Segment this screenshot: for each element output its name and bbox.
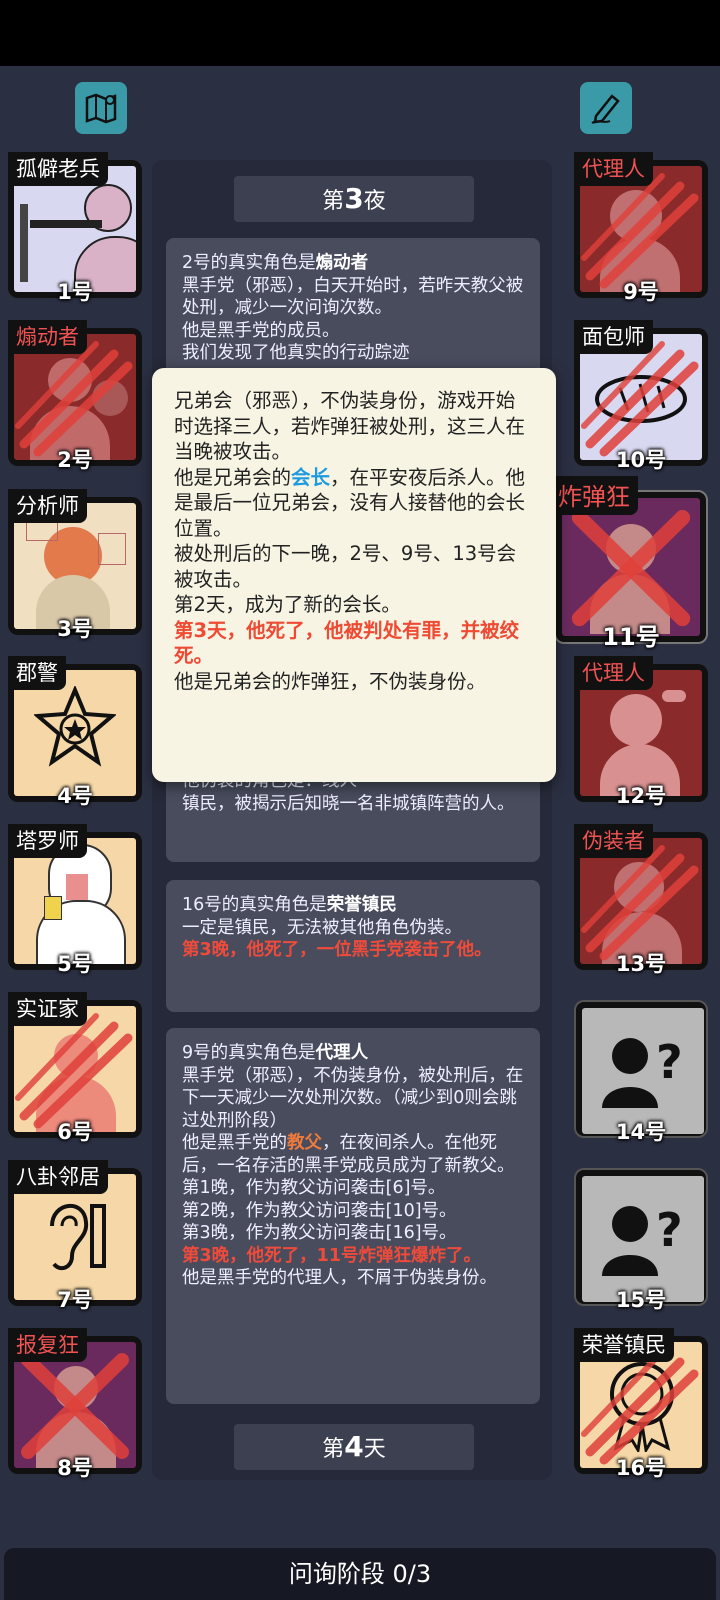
player-card-16[interactable]: 荣誉镇民 16号 [574,1328,708,1480]
player-card-6[interactable]: 实证家 6号 [8,992,142,1144]
player-card-1[interactable]: 孤僻老兵 1号 [8,152,142,304]
player-number: 2号 [57,448,93,472]
player-number: 16号 [615,1456,667,1480]
sheriff-badge-icon [34,686,116,767]
player-number: 10号 [615,448,667,472]
svg-text:?: ? [656,1203,683,1257]
player-role-label: 郡警 [8,656,66,690]
player-number: 7号 [57,1288,93,1312]
player-card-14[interactable]: ? 14号 [574,1000,708,1144]
player-number: 1号 [57,280,93,304]
log-entry-player-9: 9号的真实角色是代理人 黑手党（邪恶），不伪装身份，被处刑后，在下一天减少一次处… [166,1028,540,1404]
ear-icon [50,1203,106,1271]
player-card-11[interactable]: 炸弹狂 11号 [550,476,708,651]
player-number: 6号 [57,1120,93,1144]
player-card-8[interactable]: 报复狂 8号 [8,1328,142,1480]
player-role-label: 分析师 [8,489,87,523]
player-role-label: 煽动者 [8,320,87,354]
player-card-9[interactable]: 代理人 9号 [574,152,708,304]
player-role-label: 塔罗师 [8,824,87,858]
player-card-5[interactable]: 塔罗师 5号 [8,824,142,976]
player-card-10[interactable]: 面包师 10号 [574,320,708,472]
player-number: 3号 [57,617,93,641]
player-role-label: 面包师 [574,320,653,354]
player-card-3[interactable]: 分析师 3号 [8,489,142,641]
player-number: 14号 [615,1120,667,1144]
president-highlight: 会长 [291,465,331,489]
player-number: 15号 [615,1288,667,1312]
player-number: 4号 [57,784,93,808]
player-number: 8号 [57,1456,93,1480]
night-label: 第3夜 [234,176,474,222]
player-number: 11号 [602,623,660,651]
unknown-person-icon: ? [602,1203,683,1276]
map-button[interactable] [75,82,127,134]
notepad-pen-icon [591,94,620,124]
player-card-13[interactable]: 伪装者 13号 [574,824,708,976]
unknown-person-icon: ? [602,1035,683,1108]
day-label: 第4天 [234,1424,474,1470]
role-info-tooltip[interactable]: 兄弟会（邪恶），不伪装身份，游戏开始时选择三人，若炸弹狂被处刑，这三人在当晚被攻… [152,368,556,782]
player-card-12[interactable]: 代理人 12号 [574,656,708,808]
player-number: 5号 [57,952,93,976]
player-role-label: 伪装者 [574,824,653,858]
log-entry-player-16: 16号的真实角色是荣誉镇民 一定是镇民，无法被其他角色伪装。 第3晚，他死了，一… [166,880,540,1012]
notes-button[interactable] [580,82,632,134]
player-role-label: 八卦邻居 [8,1160,108,1194]
map-icon [85,93,117,124]
player-role-label: 报复狂 [8,1328,87,1362]
game-log-panel[interactable]: 第3夜 2号的真实角色是煽动者 黑手党（邪恶），白天开始时，若昨天教父被处刑，减… [152,160,552,1480]
player-number: 9号 [623,280,659,304]
player-role-label: 实证家 [8,992,87,1026]
player-role-label: 代理人 [574,656,653,690]
executed-cross-icon [571,510,691,627]
svg-text:?: ? [656,1035,683,1089]
inquiry-phase-bar[interactable]: 问询阶段 0/3 [4,1548,716,1600]
player-number: 12号 [615,784,667,808]
player-role-label: 荣誉镇民 [574,1328,674,1362]
player-role-label: 孤僻老兵 [8,152,108,186]
player-role-label: 炸弹狂 [550,476,638,515]
player-card-7[interactable]: 八卦邻居 7号 [8,1160,142,1312]
status-bar [0,0,720,66]
death-text: 第3天，他死了，他被判处有罪，并被绞死。 [174,618,520,668]
player-card-15[interactable]: ? 15号 [574,1168,708,1312]
player-number: 13号 [615,952,667,976]
player-card-4[interactable]: 郡警 4号 [8,656,142,808]
player-card-2[interactable]: 煽动者 2号 [8,320,142,472]
player-role-label: 代理人 [574,152,653,186]
